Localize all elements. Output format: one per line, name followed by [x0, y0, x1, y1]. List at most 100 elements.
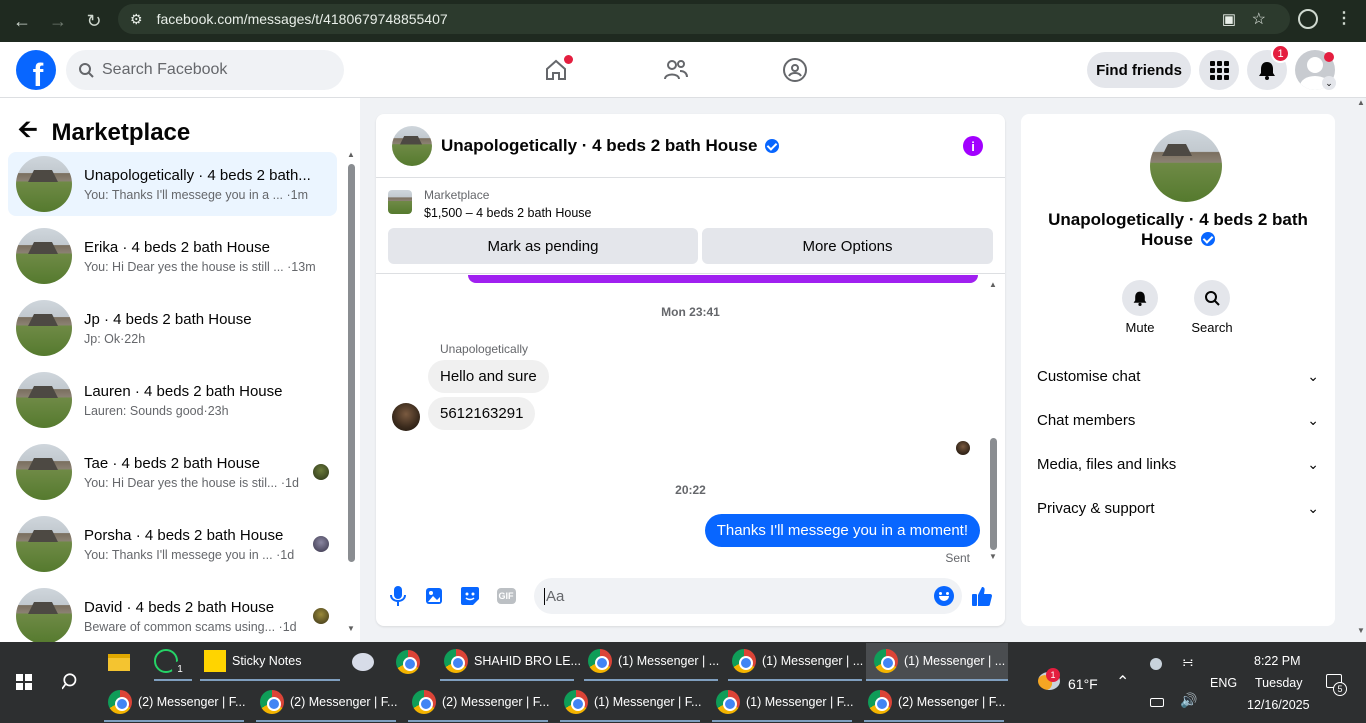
sender-avatar[interactable]	[392, 403, 420, 431]
language-indicator[interactable]: ENG	[1210, 676, 1237, 690]
messenger-window-item[interactable]: (2) Messenger | F...	[256, 684, 397, 722]
messenger-window-item[interactable]: (1) Messenger | ...	[728, 643, 863, 681]
groups-icon[interactable]	[779, 54, 811, 86]
site-info-icon[interactable]: ⚙	[130, 11, 143, 28]
outgoing-message[interactable]: Thanks I'll messege you in a moment!	[704, 514, 980, 547]
back-arrow-icon[interactable]: ←	[4, 3, 40, 39]
chat-thumbnail[interactable]	[392, 125, 432, 166]
messenger-window-item[interactable]: (2) Messenger | F...	[104, 684, 245, 722]
file-explorer-icon[interactable]	[108, 643, 136, 681]
conversation-name: Erika · 4 beds 2 bath House	[84, 238, 270, 256]
chrome-taskbar-item[interactable]	[396, 643, 424, 681]
taskbar-search-icon[interactable]	[61, 672, 80, 695]
chat-title[interactable]: Unapologetically · 4 beds 2 bath House	[441, 136, 757, 156]
scrollbar-thumb[interactable]	[348, 164, 355, 562]
listing-thumbnail[interactable]	[388, 190, 412, 214]
messenger-window-item[interactable]: (1) Messenger | ...	[866, 643, 1008, 681]
network-icon[interactable]	[1150, 658, 1162, 670]
whatsapp-taskbar-item[interactable]: 1	[154, 643, 192, 681]
windows-start-icon[interactable]	[16, 674, 32, 690]
conversation-name: Lauren · 4 beds 2 bath House	[84, 382, 283, 400]
messenger-window-item[interactable]: (2) Messenger | F...	[408, 684, 549, 722]
forward-arrow-icon[interactable]: →	[40, 3, 76, 39]
conversation-item[interactable]: Jp · 4 beds 2 bath House Jp: Ok·22h	[8, 296, 337, 360]
chrome-icon	[108, 690, 132, 714]
messenger-window-item[interactable]: (1) Messenger | F...	[712, 684, 853, 722]
privacy-support-row[interactable]: Privacy & support ⌄	[1037, 486, 1319, 530]
weather-temp[interactable]: 61°F	[1068, 676, 1098, 692]
install-app-icon[interactable]: ▣	[1222, 10, 1236, 28]
conversation-item[interactable]: David · 4 beds 2 bath House Beware of com…	[8, 584, 337, 648]
browser-menu-icon[interactable]: ⋮	[1336, 8, 1352, 28]
scroll-up-arrow-icon[interactable]: ▲	[1357, 98, 1365, 107]
messenger-window-item[interactable]: (2) Messenger | F...	[864, 684, 1005, 722]
sent-status: Sent	[945, 551, 970, 565]
emoji-icon[interactable]	[934, 586, 954, 606]
find-friends-button[interactable]: Find friends	[1087, 52, 1191, 88]
info-icon[interactable]: i	[963, 136, 983, 156]
notification-badge: 1	[1271, 44, 1290, 63]
page-scrollbar[interactable]: ▲ ▼	[1355, 98, 1366, 642]
message-input[interactable]: Aa	[534, 578, 962, 614]
profile-icon[interactable]	[1298, 9, 1318, 29]
chrome-icon	[564, 690, 588, 714]
scrollbar-thumb[interactable]	[990, 438, 997, 550]
listing-title[interactable]: $1,500 – 4 beds 2 bath House	[424, 206, 592, 220]
conversation-item[interactable]: Unapologetically · 4 beds 2 bath... You: …	[8, 152, 337, 216]
scroll-up-arrow-icon[interactable]: ▲	[347, 150, 355, 159]
scroll-down-arrow-icon[interactable]: ▼	[989, 552, 997, 561]
conversation-item[interactable]: Lauren · 4 beds 2 bath House Lauren: Soun…	[8, 368, 337, 432]
bell-icon	[1259, 62, 1275, 80]
more-options-button[interactable]: More Options	[702, 228, 993, 264]
clock-date[interactable]: 12/16/2025	[1247, 698, 1310, 712]
scroll-up-arrow-icon[interactable]: ▲	[989, 280, 997, 289]
incoming-message[interactable]: Hello and sure	[428, 360, 549, 393]
snipping-tool-icon[interactable]	[352, 643, 378, 681]
sticky-notes-taskbar-item[interactable]: Sticky Notes	[200, 643, 340, 681]
reload-icon[interactable]: ↻	[76, 3, 112, 39]
battery-icon[interactable]	[1150, 698, 1164, 707]
menu-grid-button[interactable]	[1199, 50, 1239, 90]
account-chevron-icon[interactable]: ⌄	[1322, 76, 1336, 90]
mute-button[interactable]	[1122, 280, 1158, 316]
notifications-button[interactable]: 1	[1247, 44, 1290, 90]
chat-members-row[interactable]: Chat members ⌄	[1037, 398, 1319, 442]
chat-scrollbar[interactable]: ▲ ▼	[987, 280, 999, 564]
chat-details-thumbnail[interactable]	[1150, 130, 1222, 202]
customise-chat-row[interactable]: Customise chat ⌄	[1037, 354, 1319, 398]
clock-time[interactable]: 8:22 PM	[1254, 654, 1301, 668]
facebook-logo[interactable]: f	[16, 50, 56, 90]
media-files-links-row[interactable]: Media, files and links ⌄	[1037, 442, 1319, 486]
microphone-icon[interactable]	[386, 584, 410, 608]
messenger-window-item[interactable]: (1) Messenger | ...	[584, 643, 719, 681]
bell-icon	[1133, 291, 1147, 306]
sidebar-scrollbar[interactable]: ▲ ▼	[347, 150, 355, 636]
scroll-down-arrow-icon[interactable]: ▼	[1357, 626, 1365, 635]
friends-icon[interactable]	[660, 54, 692, 86]
messenger-window-item[interactable]: (1) Messenger | F...	[560, 684, 701, 722]
photo-icon[interactable]	[422, 584, 446, 608]
conversation-preview: Jp: Ok	[84, 331, 121, 346]
tray-chevron-up-icon[interactable]: ⌃	[1116, 672, 1129, 692]
wifi-icon[interactable]: ∺	[1182, 654, 1194, 671]
home-icon[interactable]	[540, 54, 573, 86]
search-in-chat-button[interactable]	[1194, 280, 1230, 316]
search-facebook[interactable]: Search Facebook	[66, 50, 344, 90]
sticker-icon[interactable]	[458, 584, 482, 608]
bookmark-star-icon[interactable]: ☆	[1252, 9, 1266, 29]
scroll-down-arrow-icon[interactable]: ▼	[347, 624, 355, 633]
conversation-item[interactable]: Porsha · 4 beds 2 bath House You: Thanks …	[8, 512, 337, 576]
conversation-item[interactable]: Erika · 4 beds 2 bath House You: Hi Dear …	[8, 224, 337, 288]
gif-button[interactable]: GIF	[494, 584, 518, 608]
chrome-window-item[interactable]: SHAHID BRO LE...	[440, 643, 581, 681]
volume-icon[interactable]: 🔊	[1180, 692, 1197, 709]
incoming-message[interactable]: 5612163291	[428, 397, 536, 430]
like-thumb-icon[interactable]	[970, 584, 994, 608]
conversation-time: ·1d	[278, 619, 297, 634]
back-arrow-icon[interactable]: 🡨	[18, 112, 38, 153]
conversation-time: ·22h	[120, 331, 146, 346]
conversation-item[interactable]: Tae · 4 beds 2 bath House You: Hi Dear ye…	[8, 440, 337, 504]
address-bar[interactable]: ⚙ facebook.com/messages/t/41806797488554…	[118, 4, 1290, 34]
mark-as-pending-button[interactable]: Mark as pending	[388, 228, 698, 264]
clock-day[interactable]: Tuesday	[1255, 676, 1302, 690]
